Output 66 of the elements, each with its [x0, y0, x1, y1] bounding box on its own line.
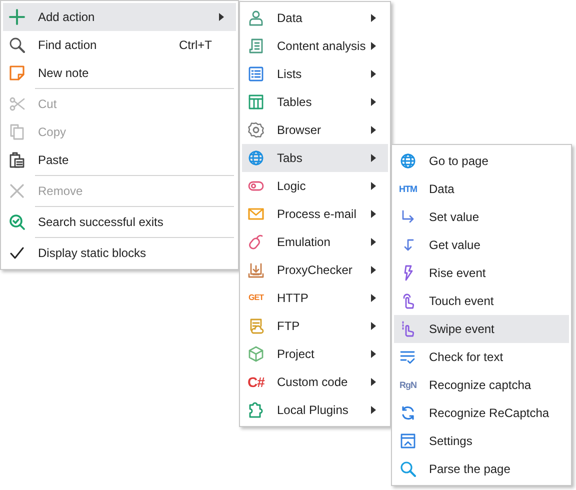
menu-item[interactable]: GET HTTP	[242, 284, 388, 312]
menu-item[interactable]: Settings	[394, 427, 569, 455]
globe-icon	[248, 150, 264, 166]
menu-item[interactable]: Touch event	[394, 287, 569, 315]
menu-item[interactable]: Project	[242, 340, 388, 368]
search-icon	[9, 37, 25, 53]
person-icon	[248, 10, 264, 26]
menu-item[interactable]: Lists	[242, 60, 388, 88]
menu-item[interactable]: Paste	[3, 146, 236, 174]
window-icon	[400, 433, 416, 449]
menu-item[interactable]: Emulation	[242, 228, 388, 256]
get-icon: GET	[248, 290, 264, 306]
plus-icon	[9, 9, 25, 25]
close-icon	[9, 183, 25, 199]
menu-item[interactable]: Parse the page	[394, 455, 569, 483]
mouse-icon	[248, 234, 264, 250]
menu-item[interactable]: Find action Ctrl+T	[3, 31, 236, 59]
document-icon	[248, 38, 264, 54]
scissors-icon	[9, 96, 25, 112]
menu-item[interactable]: Add action	[3, 3, 236, 31]
menu-item[interactable]: Set value	[394, 203, 569, 231]
menu-item[interactable]: Tabs	[242, 144, 388, 172]
captcha-icon: RgN	[400, 377, 416, 393]
menu-item[interactable]: Rise event	[394, 259, 569, 287]
globe-icon	[400, 153, 416, 169]
search-check-icon	[9, 214, 25, 230]
menu-item[interactable]: Data	[242, 4, 388, 32]
refresh-icon	[400, 405, 416, 421]
text-check-icon	[400, 349, 416, 365]
menu-item[interactable]: Check for text	[394, 343, 569, 371]
clipboard-icon	[9, 152, 25, 168]
shortcut-label: Ctrl+T	[179, 38, 212, 52]
menu-item[interactable]: Browser	[242, 116, 388, 144]
copy-icon	[9, 124, 25, 140]
menu-item[interactable]: Recognize ReCaptcha	[394, 399, 569, 427]
envelope-icon	[248, 206, 264, 222]
menu-item[interactable]: Search successful exits	[3, 208, 236, 236]
menu-item[interactable]: Content analysis	[242, 32, 388, 60]
cube-icon	[248, 346, 264, 362]
menu-item[interactable]: HTM Data	[394, 175, 569, 203]
finger-swipe-icon	[400, 321, 416, 337]
menu-item[interactable]: Process e-mail	[242, 200, 388, 228]
puzzle-icon	[248, 402, 264, 418]
menu-item[interactable]: Local Plugins	[242, 396, 388, 424]
checkmark-icon	[9, 245, 25, 261]
menu-item[interactable]: C# Custom code	[242, 368, 388, 396]
menu-item[interactable]: Get value	[394, 231, 569, 259]
menu-item[interactable]: ProxyChecker	[242, 256, 388, 284]
menu-item[interactable]: Tables	[242, 88, 388, 116]
menu-item[interactable]: Logic	[242, 172, 388, 200]
table-icon	[248, 94, 264, 110]
menu-item[interactable]: Swipe event	[394, 315, 569, 343]
menu-item[interactable]: New note	[3, 59, 236, 87]
note-icon	[9, 65, 25, 81]
download-icon	[248, 262, 264, 278]
menu-item[interactable]: Go to page	[394, 147, 569, 175]
csharp-icon: C#	[248, 374, 264, 390]
gear-icon	[248, 122, 264, 138]
menu-item[interactable]: FTP	[242, 312, 388, 340]
list-icon	[248, 66, 264, 82]
search-icon	[400, 461, 416, 477]
menu-item[interactable]: RgN Recognize captcha	[394, 371, 569, 399]
arrow-icon	[400, 209, 416, 225]
html-icon: HTM	[399, 181, 417, 197]
menu-item[interactable]: Display static blocks	[3, 239, 236, 267]
document-cloud-icon	[248, 318, 264, 334]
